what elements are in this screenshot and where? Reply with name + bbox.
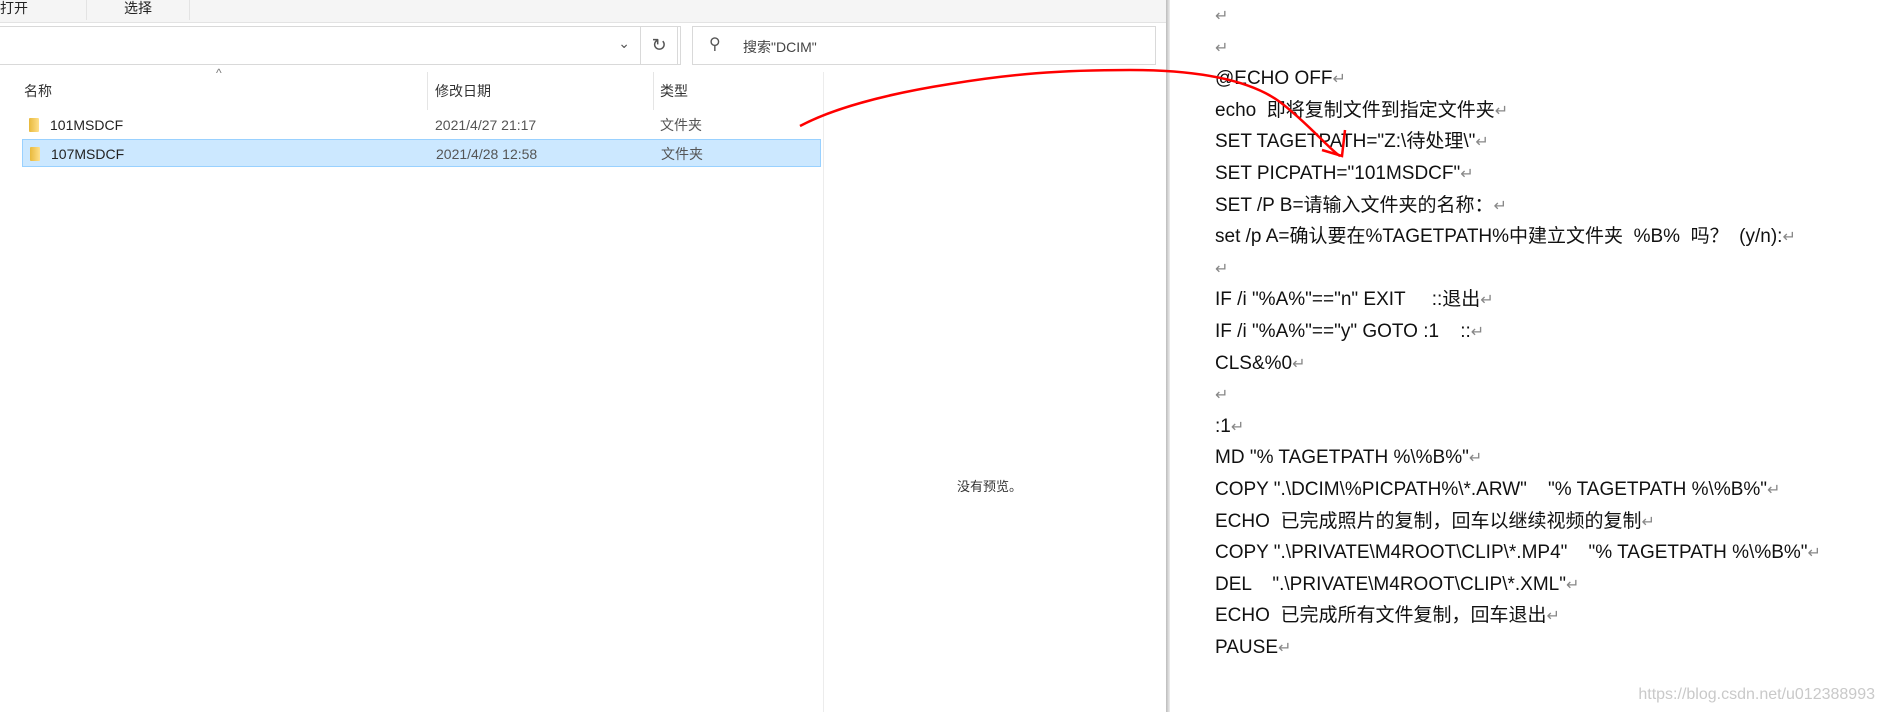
code-line[interactable]: @ECHO OFF↵ (1215, 63, 1346, 95)
code-line[interactable]: ↵ (1215, 32, 1228, 64)
paragraph-mark-icon: ↵ (1782, 229, 1796, 247)
code-line-text: ECHO 已完成照片的复制，回车以继续视频的复制 (1215, 510, 1642, 532)
code-line-text: IF /i "%A%"=="y" GOTO :1 :: (1215, 321, 1471, 342)
code-line-text: IF /i "%A%"=="n" EXIT ::退出 (1215, 289, 1481, 311)
paragraph-mark-icon: ↵ (1546, 608, 1560, 626)
code-line-text: CLS&%0 (1215, 352, 1293, 374)
column-header-date[interactable]: 修改日期 (435, 72, 491, 110)
code-line[interactable]: CLS&%0↵ (1215, 348, 1306, 380)
paragraph-mark-icon: ↵ (1767, 482, 1781, 499)
code-line[interactable]: PAUSE↵ (1215, 632, 1291, 664)
code-line[interactable]: set /p A=确认要在%TAGETPATH%中建立文件夹 %B% 吗？ (y… (1215, 221, 1796, 253)
code-line[interactable]: ↵ (1215, 253, 1228, 285)
code-line-text: @ECHO OFF (1215, 68, 1333, 90)
search-input[interactable]: ⚲ 搜索"DCIM" (692, 26, 1156, 65)
code-line[interactable]: SET /P B=请输入文件夹的名称：↵ (1215, 190, 1507, 222)
paragraph-mark-icon: ↵ (1278, 640, 1292, 657)
code-line[interactable]: ↵ (1215, 0, 1228, 32)
preview-message: 没有预览。 (957, 479, 1023, 494)
preview-pane-divider[interactable] (823, 72, 824, 712)
file-explorer: 打开 选择 ⌄ ↻ ⚲ 搜索"DCIM" ^ 名称 修改日期 类型 101MSD… (0, 0, 1168, 712)
paragraph-mark-icon: ↵ (1460, 166, 1474, 183)
paragraph-mark-icon: ↵ (1292, 355, 1306, 373)
ribbon-select[interactable]: 选择 (87, 0, 190, 20)
code-line[interactable]: echo 即将复制文件到指定文件夹↵ (1215, 95, 1508, 127)
paragraph-mark-icon: ↵ (1230, 418, 1245, 436)
sort-ascending-icon: ^ (216, 66, 222, 80)
code-line-text: SET /P B=请输入文件夹的名称： (1215, 194, 1494, 216)
paragraph-mark-icon: ↵ (1468, 450, 1483, 468)
code-line[interactable]: ECHO 已完成所有文件复制，回车退出↵ (1215, 600, 1560, 632)
code-line-text: COPY ".\PRIVATE\M4ROOT\CLIP\*.MP4" "% TA… (1215, 542, 1808, 564)
code-line-text: :1 (1215, 415, 1231, 437)
code-line-text: MD "% TAGETPATH %\%B%" (1215, 447, 1469, 469)
code-line[interactable]: IF /i "%A%"=="n" EXIT ::退出↵ (1215, 284, 1494, 316)
code-line-text: SET TAGETPATH="Z:\待处理\" (1215, 131, 1476, 153)
paragraph-mark-icon: ↵ (1494, 102, 1509, 120)
document-editor[interactable]: ↵ ↵ @ECHO OFF↵ echo 即将复制文件到指定文件夹↵ SET TAGETP… (1170, 0, 1881, 712)
search-placeholder: 搜索"DCIM" (743, 39, 817, 55)
chevron-down-icon[interactable]: ⌄ (618, 35, 630, 52)
code-line[interactable]: SET TAGETPATH="Z:\待处理\"↵ (1215, 126, 1489, 158)
code-line-text: echo 即将复制文件到指定文件夹 (1215, 99, 1495, 121)
code-line[interactable]: :1↵ (1215, 411, 1244, 443)
paragraph-mark-icon: ↵ (1470, 324, 1485, 341)
refresh-button[interactable]: ↻ (640, 26, 678, 65)
paragraph-mark-icon: ↵ (1807, 545, 1821, 563)
folder-icon (30, 147, 40, 161)
file-date: 2021/4/28 12:58 (436, 146, 538, 162)
paragraph-mark-icon: ↵ (1480, 292, 1494, 310)
file-name: 107MSDCF (51, 146, 125, 162)
paragraph-mark-icon: ↵ (1215, 387, 1229, 405)
code-line[interactable]: COPY ".\DCIM\%PICPATH%\*.ARW" "% TAGETPA… (1215, 474, 1780, 506)
ribbon: 打开 选择 (0, 0, 1168, 23)
search-icon: ⚲ (709, 36, 721, 53)
column-divider[interactable] (427, 72, 428, 110)
code-line-text: SET PICPATH="101MSDCF" (1215, 163, 1461, 184)
code-line[interactable]: ↵ (1215, 379, 1228, 411)
file-row-selected[interactable]: 107MSDCF 2021/4/28 12:58 文件夹 (22, 139, 821, 167)
code-line-text: DEL ".\PRIVATE\M4ROOT\CLIP\*.XML" (1215, 573, 1566, 595)
file-row[interactable]: 101MSDCF 2021/4/27 21:17 文件夹 (22, 111, 821, 139)
code-line-text: COPY ".\DCIM\%PICPATH%\*.ARW" "% TAGETPA… (1215, 479, 1768, 500)
paragraph-mark-icon: ↵ (1641, 513, 1655, 531)
code-line[interactable]: COPY ".\PRIVATE\M4ROOT\CLIP\*.MP4" "% TA… (1215, 537, 1821, 569)
code-line[interactable]: MD "% TAGETPATH %\%B%"↵ (1215, 442, 1482, 474)
paragraph-mark-icon: ↵ (1215, 39, 1229, 57)
file-type: 文件夹 (660, 117, 702, 133)
column-divider[interactable] (653, 72, 654, 110)
code-line-text: set /p A=确认要在%TAGETPATH%中建立文件夹 %B% 吗？ (y… (1215, 226, 1783, 248)
code-line[interactable]: IF /i "%A%"=="y" GOTO :1 ::↵ (1215, 316, 1484, 348)
folder-icon (29, 118, 39, 132)
file-date: 2021/4/27 21:17 (435, 117, 537, 133)
code-line-text: ECHO 已完成所有文件复制，回车退出 (1215, 605, 1547, 627)
column-header-type[interactable]: 类型 (660, 72, 688, 110)
address-bar[interactable]: ⌄ (0, 26, 681, 65)
paragraph-mark-icon: ↵ (1332, 71, 1346, 89)
paragraph-mark-icon: ↵ (1215, 260, 1229, 278)
file-name: 101MSDCF (50, 117, 124, 133)
paragraph-mark-icon: ↵ (1475, 134, 1489, 152)
paragraph-mark-icon: ↵ (1215, 8, 1229, 25)
code-line-text: PAUSE (1215, 637, 1279, 658)
file-type: 文件夹 (661, 146, 703, 162)
code-line[interactable]: DEL ".\PRIVATE\M4ROOT\CLIP\*.XML"↵ (1215, 569, 1579, 601)
code-line[interactable]: ECHO 已完成照片的复制，回车以继续视频的复制↵ (1215, 506, 1655, 538)
ribbon-open[interactable]: 打开 (0, 0, 87, 20)
paragraph-mark-icon: ↵ (1566, 576, 1580, 594)
code-line[interactable]: SET PICPATH="101MSDCF"↵ (1215, 158, 1474, 190)
paragraph-mark-icon: ↵ (1493, 197, 1507, 215)
column-header-name[interactable]: 名称 (24, 72, 52, 110)
watermark: https://blog.csdn.net/u012388993 (1638, 686, 1875, 703)
